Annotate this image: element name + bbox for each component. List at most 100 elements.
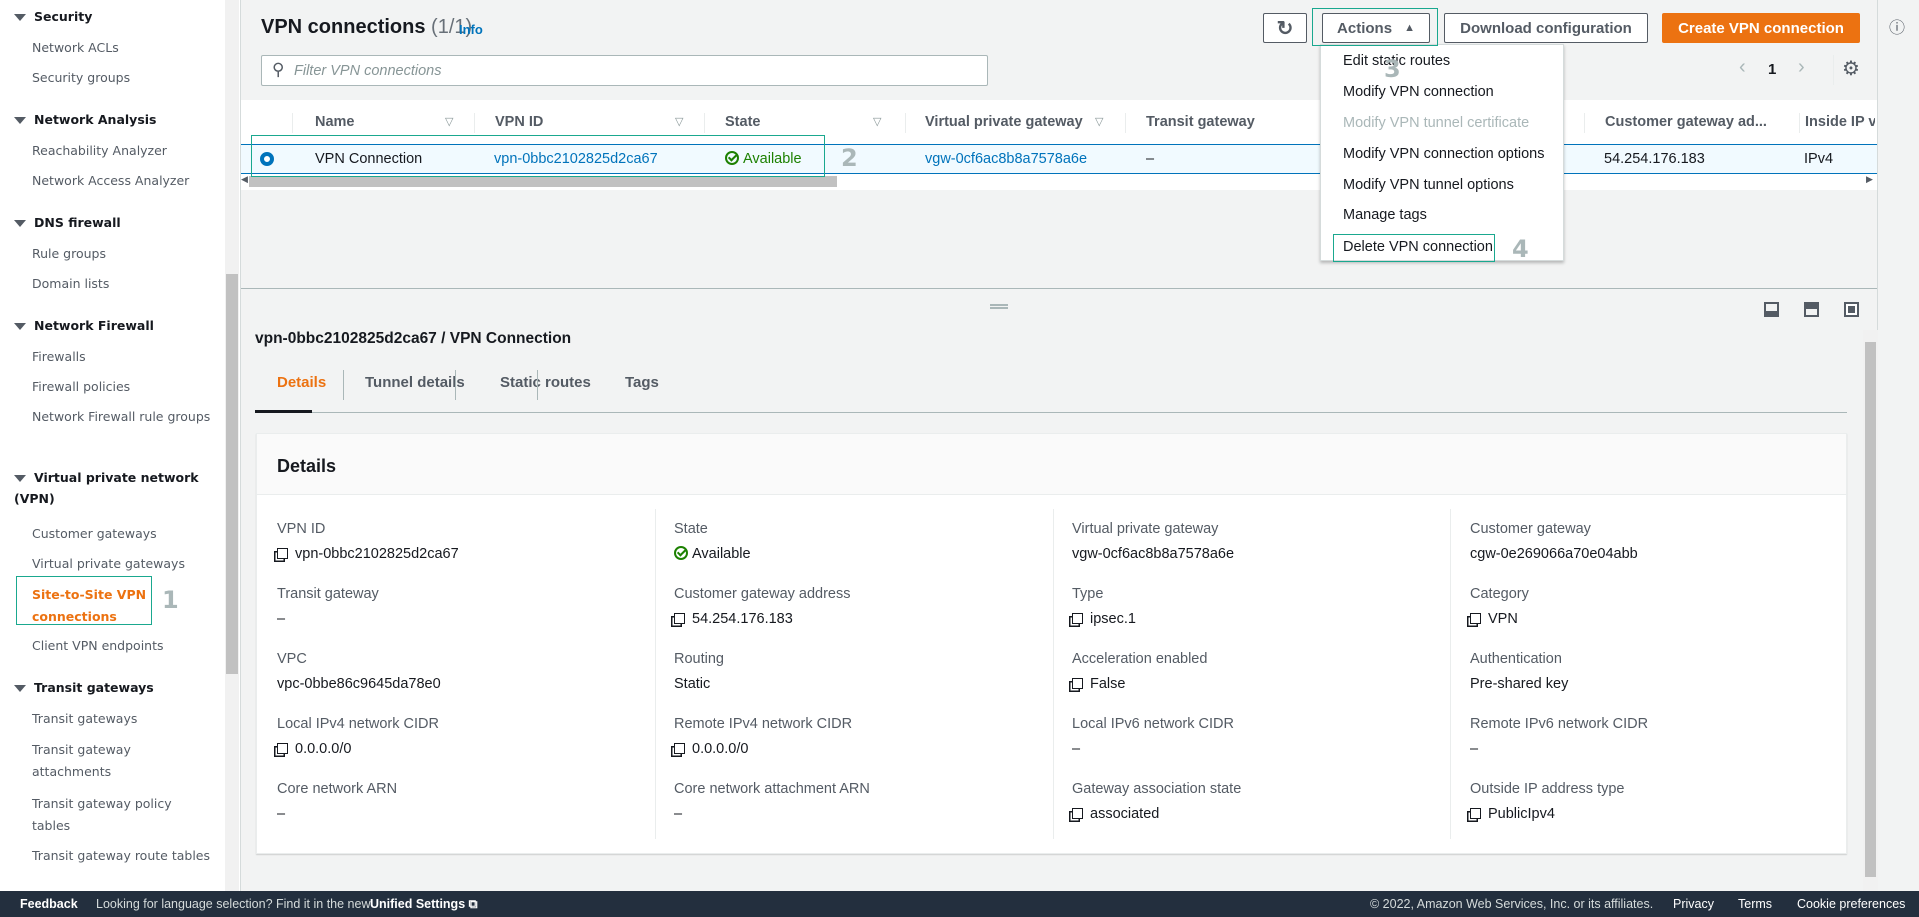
panel-bottom-icon[interactable] — [1764, 302, 1779, 317]
section-label: Security — [34, 9, 93, 24]
scroll-left-icon[interactable]: ◀ — [241, 174, 248, 185]
field-value-virtual-private-gateway[interactable]: vgw-0cf6ac8b8a7578a6e — [1072, 546, 1234, 562]
sidebar-section-network-firewall[interactable]: Network Firewall — [14, 315, 214, 336]
copy-icon[interactable] — [277, 743, 288, 754]
tab-static-routes[interactable]: Static routes — [500, 374, 591, 391]
caret-down-icon — [14, 117, 26, 124]
copy-icon[interactable] — [674, 613, 685, 624]
sidebar-section-network-analysis[interactable]: Network Analysis — [14, 109, 214, 130]
sidebar-item-network-access-analyzer[interactable]: Network Access Analyzer — [32, 170, 212, 192]
menu-item-modify-vpn-tunnel-certificate: Modify VPN tunnel certificate — [1343, 115, 1530, 131]
field-value-customer-gateway[interactable]: cgw-0e269066a70e04abb — [1470, 546, 1638, 562]
sidebar-section-virtual-private-network-vpn[interactable]: Virtual private network (VPN) — [14, 467, 214, 509]
sidebar-section-dns-firewall[interactable]: DNS firewall — [14, 212, 214, 233]
field-value-vpc[interactable]: vpc-0bbe86c9645da78e0 — [277, 676, 441, 692]
sidebar-item-client-vpn-endpoints[interactable]: Client VPN endpoints — [32, 635, 212, 657]
column-header-virtual-private-gateway[interactable]: Virtual private gateway — [925, 108, 1083, 137]
filter-input[interactable]: ⚲ Filter VPN connections — [261, 55, 988, 86]
panel-split-icon[interactable] — [1804, 302, 1819, 317]
horizontal-scrollbar[interactable] — [249, 176, 837, 187]
field-label-core-network-arn: Core network ARN — [277, 781, 398, 797]
column-header-customer-gateway-address[interactable]: Customer gateway ad... — [1605, 108, 1767, 137]
sidebar-item-domain-lists[interactable]: Domain lists — [32, 273, 212, 295]
cookie-preferences-link[interactable]: Cookie preferences — [1797, 891, 1905, 917]
menu-item-modify-vpn-connection[interactable]: Modify VPN connection — [1343, 82, 1494, 102]
scrollbar-thumb[interactable] — [226, 274, 238, 674]
resize-handle[interactable] — [990, 304, 1008, 309]
field-value-transit-gateway: – — [277, 611, 285, 627]
sidebar-item-security-groups[interactable]: Security groups — [32, 67, 212, 89]
copy-icon[interactable] — [1470, 613, 1481, 624]
unified-settings-link[interactable]: Unified Settings ⧉ — [370, 891, 478, 917]
sidebar-item-firewalls[interactable]: Firewalls — [32, 346, 212, 368]
privacy-link[interactable]: Privacy — [1673, 891, 1714, 917]
main-scrollbar[interactable] — [1863, 330, 1878, 891]
info-link[interactable]: Info — [459, 22, 483, 37]
terms-link[interactable]: Terms — [1738, 891, 1772, 917]
sidebar-item-network-acls[interactable]: Network ACLs — [32, 37, 212, 59]
settings-gear-icon[interactable]: ⚙ — [1842, 56, 1860, 81]
sort-icon[interactable]: ▽ — [675, 108, 683, 137]
external-link-icon: ⧉ — [468, 897, 478, 911]
next-page-icon[interactable]: › — [1798, 56, 1805, 79]
copy-icon[interactable] — [1072, 808, 1083, 819]
refresh-button[interactable]: ↻ — [1263, 13, 1307, 43]
tab-tags[interactable]: Tags — [625, 374, 659, 391]
copy-icon[interactable] — [674, 743, 685, 754]
detail-title: vpn-0bbc2102825d2ca67 / VPN Connection — [255, 330, 572, 347]
create-vpn-connection-button[interactable]: Create VPN connection — [1662, 13, 1860, 43]
prev-page-icon[interactable]: ‹ — [1739, 56, 1746, 79]
caret-down-icon — [14, 475, 26, 482]
caret-down-icon — [14, 220, 26, 227]
divider — [1833, 55, 1834, 85]
annotation-number: 4 — [1512, 235, 1529, 263]
sidebar-item-transit-gateway-attachments[interactable]: Transit gateway attachments — [32, 739, 212, 783]
feedback-link[interactable]: Feedback — [20, 891, 78, 917]
field-value-local-ipv4-network-cidr: 0.0.0.0/0 — [277, 741, 351, 757]
sidebar-scrollbar[interactable] — [225, 0, 239, 891]
field-value-type: ipsec.1 — [1072, 611, 1136, 627]
column-header-name[interactable]: Name — [315, 108, 355, 137]
sidebar-item-customer-gateways[interactable]: Customer gateways — [32, 523, 212, 545]
copy-icon[interactable] — [1072, 613, 1083, 624]
sidebar-item-transit-gateways[interactable]: Transit gateways — [32, 708, 212, 730]
annotation-box-3 — [1312, 8, 1438, 46]
sidebar-section-security[interactable]: Security — [14, 6, 214, 27]
menu-item-modify-vpn-tunnel-options[interactable]: Modify VPN tunnel options — [1343, 175, 1514, 195]
sidebar-item-network-firewall-rule-groups[interactable]: Network Firewall rule groups — [32, 406, 212, 428]
annotation-box-1 — [16, 576, 152, 625]
copy-icon[interactable] — [1072, 678, 1083, 689]
column-header-transit-gateway[interactable]: Transit gateway — [1146, 108, 1255, 137]
panel-full-icon[interactable] — [1844, 302, 1859, 317]
column-header-state[interactable]: State — [725, 108, 760, 137]
copy-icon[interactable] — [1470, 808, 1481, 819]
details-heading: Details — [277, 456, 337, 476]
copy-icon[interactable] — [277, 548, 288, 559]
value-text: VPN — [1488, 611, 1518, 627]
field-value-core-network-arn: – — [277, 806, 285, 822]
scroll-right-icon[interactable]: ▶ — [1866, 174, 1873, 185]
sort-icon[interactable]: ▽ — [873, 108, 881, 137]
cell-vgw-link[interactable]: vgw-0cf6ac8b8a7578a6e — [925, 145, 1087, 173]
sort-icon[interactable]: ▽ — [445, 108, 453, 137]
download-configuration-button[interactable]: Download configuration — [1444, 13, 1648, 43]
sidebar-item-transit-gateway-policy-tables[interactable]: Transit gateway policy tables — [32, 793, 212, 837]
page-number[interactable]: 1 — [1768, 61, 1776, 78]
tab-details[interactable]: Details — [277, 374, 326, 391]
column-header-inside-ip-version[interactable]: Inside IP ve — [1805, 108, 1875, 137]
value-text: – — [1072, 741, 1081, 757]
sidebar-section-transit-gateways[interactable]: Transit gateways — [14, 677, 214, 698]
value-text: Pre-shared key — [1470, 676, 1569, 692]
sidebar-item-virtual-private-gateways[interactable]: Virtual private gateways — [32, 553, 212, 575]
column-header-vpn-id[interactable]: VPN ID — [495, 108, 543, 137]
sidebar-item-firewall-policies[interactable]: Firewall policies — [32, 376, 212, 398]
sort-icon[interactable]: ▽ — [1095, 108, 1103, 137]
section-label: Network Analysis — [34, 112, 157, 127]
sidebar-item-reachability-analyzer[interactable]: Reachability Analyzer — [32, 140, 212, 162]
sidebar-item-transit-gateway-route-tables[interactable]: Transit gateway route tables — [32, 845, 212, 867]
menu-item-modify-vpn-connection-options[interactable]: Modify VPN connection options — [1343, 144, 1545, 164]
tab-tunnel-details[interactable]: Tunnel details — [365, 374, 465, 391]
sidebar-item-rule-groups[interactable]: Rule groups — [32, 243, 212, 265]
info-panel-icon[interactable]: ⓘ — [1889, 14, 1905, 38]
menu-item-manage-tags[interactable]: Manage tags — [1343, 205, 1427, 225]
